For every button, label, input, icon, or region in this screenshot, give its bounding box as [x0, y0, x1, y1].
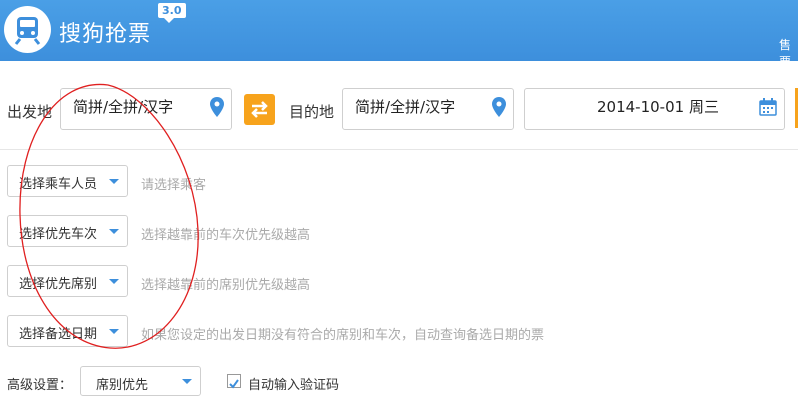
app-title: 搜狗抢票: [59, 22, 152, 47]
chevron-down-icon: [109, 229, 119, 234]
preferred-train-select-label: 选择优先车次: [19, 227, 98, 242]
version-badge: 3.0: [158, 3, 186, 23]
train-logo-icon: [4, 6, 51, 53]
chevron-down-icon: [109, 179, 119, 184]
preferred-train-select[interactable]: 选择优先车次: [7, 215, 128, 247]
passenger-select-label: 选择乘车人员: [19, 177, 98, 192]
calendar-icon[interactable]: [759, 98, 777, 116]
passenger-hint: 请选择乘客: [141, 178, 207, 193]
preferred-seat-hint: 选择越靠前的席别优先级越高: [141, 278, 311, 293]
to-label: 目的地: [289, 103, 335, 121]
location-pin-icon: [492, 97, 506, 117]
from-label: 出发地: [7, 103, 53, 121]
backup-date-select-label: 选择备选日期: [19, 327, 98, 342]
auto-captcha-label[interactable]: 自动输入验证码: [248, 374, 339, 393]
date-picker[interactable]: 2014-10-01 周三: [524, 88, 785, 130]
swap-stations-button[interactable]: [244, 94, 275, 125]
app-header: 搜狗抢票 3.0 售票: [0, 0, 798, 69]
chevron-down-icon: [109, 279, 119, 284]
preferred-seat-select[interactable]: 选择优先席别: [7, 265, 128, 297]
priority-mode-select[interactable]: 席别优先: [80, 366, 201, 396]
chevron-down-icon: [182, 379, 192, 384]
to-station-placeholder: 简拼/全拼/汉字: [355, 98, 456, 116]
from-station-input[interactable]: 简拼/全拼/汉字: [60, 88, 232, 130]
preferred-seat-select-label: 选择优先席别: [19, 277, 98, 292]
swap-icon: [251, 101, 268, 118]
checkmark-icon: [229, 379, 239, 389]
auto-captcha-checkbox[interactable]: [227, 374, 241, 389]
priority-mode-value: 席别优先: [96, 378, 149, 393]
location-pin-icon: [210, 97, 224, 117]
from-station-placeholder: 简拼/全拼/汉字: [73, 98, 174, 116]
to-station-input[interactable]: 简拼/全拼/汉字: [342, 88, 514, 130]
preferred-train-hint: 选择越靠前的车次优先级越高: [141, 228, 311, 243]
chevron-down-icon: [109, 329, 119, 334]
backup-date-hint: 如果您设定的出发日期没有符合的席别和车次，自动查询备选日期的票: [141, 328, 545, 343]
passenger-select[interactable]: 选择乘车人员: [7, 165, 128, 197]
header-right-link[interactable]: 售票: [779, 36, 798, 70]
backup-date-select[interactable]: 选择备选日期: [7, 315, 128, 347]
date-value: 2014-10-01 周三: [597, 98, 719, 116]
advanced-settings-label: 高级设置：: [7, 378, 73, 393]
